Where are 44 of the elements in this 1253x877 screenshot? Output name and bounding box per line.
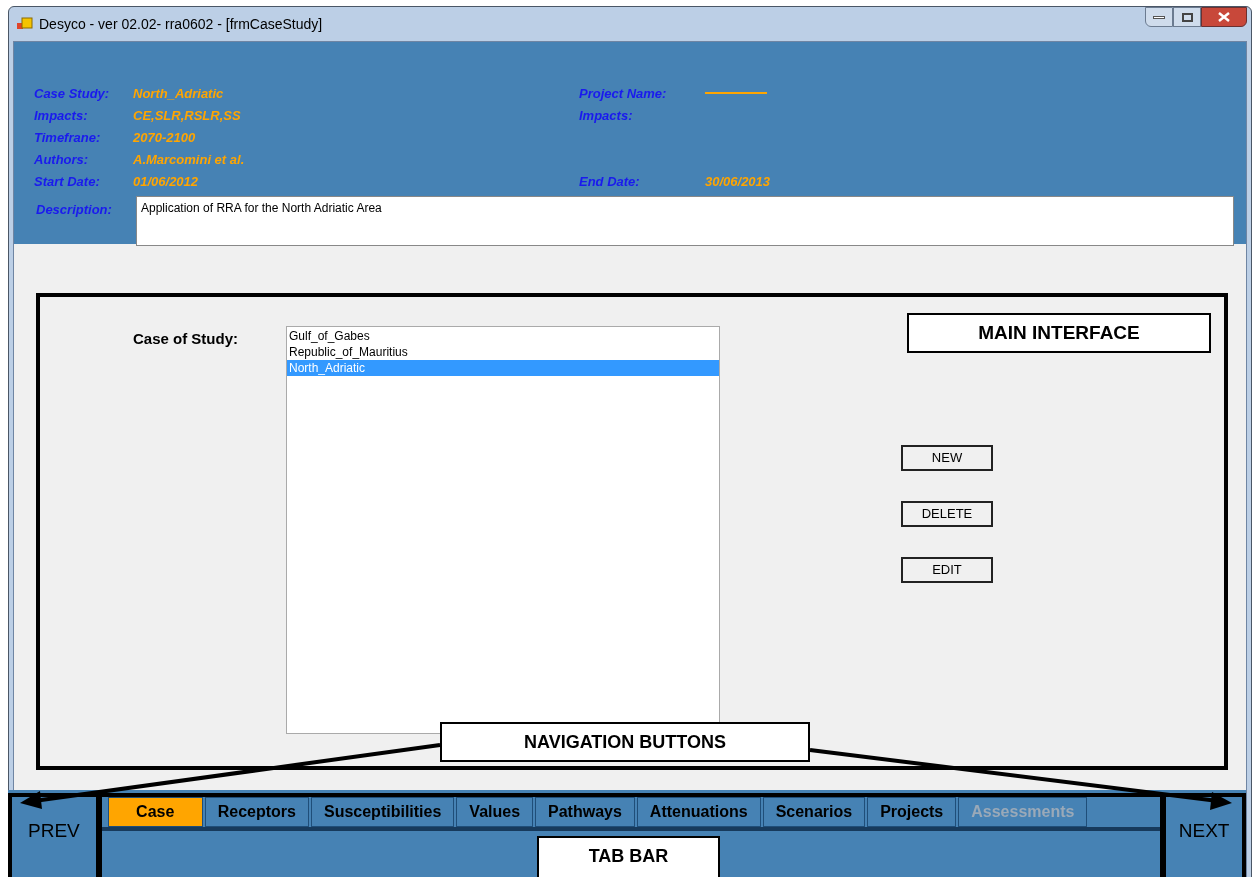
action-button[interactable]: NEW [901,445,993,471]
field-value: 30/06/2013 [705,173,772,191]
tab[interactable]: Case [107,797,203,827]
case-list[interactable]: Gulf_of_Gabes Republic_of_Mauritius North_Adriatic [286,326,720,734]
field-label: Timefrane: [33,129,102,147]
tab[interactable]: Susceptibilities [310,797,455,827]
field-label: Impacts: [33,107,89,125]
prev-button[interactable]: PREV [8,793,100,877]
field-label: Start Date: [33,173,101,191]
field-value: 2070-2100 [133,129,197,147]
tab[interactable]: Projects [867,797,957,827]
next-button[interactable]: NEXT [1162,793,1246,877]
action-button[interactable]: EDIT [901,557,993,583]
tab[interactable]: Attenuations [636,797,761,827]
field-label: Impacts: [578,107,634,125]
list-item[interactable]: Gulf_of_Gabes [287,328,719,344]
callout-label: NAVIGATION BUTTONS [440,722,810,762]
field-label: End Date: [578,173,641,191]
tab[interactable]: Values [456,797,534,827]
field-value: North_Adriatic [133,85,225,103]
callout-label: TAB BAR [537,836,720,877]
close-icon [1218,12,1230,22]
description-field[interactable]: Application of RRA for the North Adriatic Area [136,196,1234,246]
field-label: Case Study: [33,85,111,103]
tab[interactable]: Scenarios [762,797,866,827]
tab[interactable]: Receptors [204,797,309,827]
field-label: Project Name: [578,85,668,103]
field-label: Authors: [33,151,90,169]
action-button[interactable]: DELETE [901,501,993,527]
minimize-button[interactable] [1145,7,1173,27]
callout-label: MAIN INTERFACE [907,313,1211,353]
tab[interactable]: Pathways [535,797,635,827]
window-title: Desyco - ver 02.02- rra0602 - [frmCaseStudy] [39,14,323,34]
app-icon [17,17,33,31]
field-label: Description: [35,201,113,219]
field-label: Case of Study: [133,329,238,349]
list-item[interactable]: Republic_of_Mauritius [287,344,719,360]
field-value: CE,SLR,RSLR,SS [133,107,242,125]
close-button[interactable] [1201,7,1247,27]
list-item[interactable]: North_Adriatic [287,360,719,376]
field-value: 01/06/2012 [133,173,200,191]
maximize-button[interactable] [1173,7,1201,27]
field-value: A.Marcomini et al. [133,151,246,169]
blank-value-line [705,92,767,94]
